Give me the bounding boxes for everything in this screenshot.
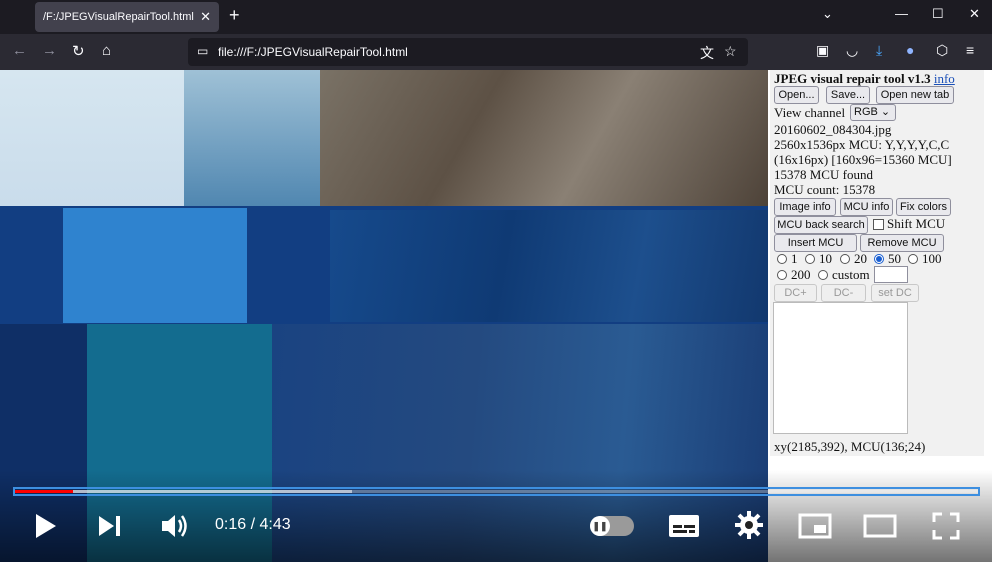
view-channel-value: RGB [854,106,878,118]
position-readout: xy(2185,392), MCU(136;24) [774,439,926,454]
minimize-icon[interactable]: — [895,6,908,21]
url-text: file:///F:/JPEGVisualRepairTool.html [218,45,408,59]
tool-title: JPEG visual repair tool v1.3 info [774,71,955,87]
pause-icon: ❚❚ [590,516,610,536]
repair-tool-panel: JPEG visual repair tool v1.3 info Open..… [770,70,984,456]
extensions-icon[interactable]: ⬡ [936,42,948,59]
forward-icon[interactable]: → [42,42,57,59]
open-new-tab-button[interactable]: Open new tab [876,86,954,104]
close-icon[interactable]: ✕ [200,2,211,32]
radio-label-20: 20 [854,251,867,266]
next-icon[interactable] [97,514,123,538]
dimensions-line-1: 2560x1536px MCU: Y,Y,Y,Y,C,C [774,137,950,152]
tool-title-text: JPEG visual repair tool v1.3 [774,71,931,86]
shift-mcu-label: Shift MCU [887,216,946,231]
sea-block [184,70,334,208]
subtitles-icon[interactable] [668,514,700,538]
radio-20[interactable] [840,254,850,264]
time-separator: / [246,516,260,533]
home-icon[interactable]: ⌂ [102,42,111,59]
download-icon[interactable]: ⤓ [876,42,882,59]
dc-plus-button[interactable]: DC+ [774,284,817,302]
info-link[interactable]: info [934,71,955,86]
custom-value-input[interactable] [874,266,908,283]
tab-active[interactable]: /F:/JPEGVisualRepairTool.html ✕ [35,2,219,32]
fullscreen-icon[interactable] [932,512,960,540]
radio-1[interactable] [777,254,787,264]
bookmark-star-icon[interactable]: ☆ [724,43,737,60]
url-bar[interactable]: ▭ file:///F:/JPEGVisualRepairTool.html 文… [188,38,748,66]
duration: 4:43 [259,516,291,533]
view-channel-select[interactable]: RGB ⌄ [850,104,896,121]
play-icon[interactable] [34,512,58,540]
image-info-button[interactable]: Image info [774,198,836,216]
back-icon[interactable]: ← [12,42,27,59]
cyan-block [63,208,247,323]
radio-label-1: 1 [791,251,798,266]
mcu-found: 15378 MCU found [774,167,873,182]
mcu-info-button[interactable]: MCU info [840,198,893,216]
radio-100[interactable] [908,254,918,264]
mcu-back-search-button[interactable]: MCU back search [774,216,868,234]
dark-rock-block [330,210,768,322]
radio-10[interactable] [805,254,815,264]
radio-label-custom: custom [832,267,870,282]
rock-block [320,70,768,208]
tab-list-icon[interactable]: ⌄ [822,6,833,22]
view-channel-label: View channel [774,105,846,120]
settings-gear-icon[interactable] [734,510,764,540]
page-icon: ▭ [197,44,209,58]
save-button[interactable]: Save... [826,86,870,104]
progress-played [15,490,73,493]
radio-custom[interactable] [818,270,828,280]
shift-mcu-checkbox[interactable] [873,219,884,230]
translate-icon[interactable]: 文 [700,43,714,63]
chevron-down-icon: ⌄ [877,106,891,118]
tab-bar: /F:/JPEGVisualRepairTool.html ✕ + ⌄ — ☐ … [0,0,992,34]
set-dc-button[interactable]: set DC [871,284,919,302]
maximize-icon[interactable]: ☐ [932,6,944,22]
window-close-icon[interactable]: ✕ [969,6,980,22]
dc-minus-button[interactable]: DC- [821,284,866,302]
insert-mcu-button[interactable]: Insert MCU [774,234,857,252]
filename: 20160602_084304.jpg [774,122,892,137]
radio-label-100: 100 [922,251,942,266]
remove-mcu-button[interactable]: Remove MCU [860,234,944,252]
radio-label-10: 10 [819,251,832,266]
theater-mode-icon[interactable] [863,513,897,539]
radio-label-50: 50 [888,251,901,266]
mcu-count: MCU count: 15378 [774,182,876,197]
screenshot-icon[interactable]: ▣ [816,42,829,59]
time-display: 0:16 / 4:43 [215,516,291,534]
menu-icon[interactable]: ≡ [966,42,974,58]
tab-title: /F:/JPEGVisualRepairTool.html [43,11,194,23]
pocket-icon[interactable]: ◡ [846,42,858,59]
volume-icon[interactable] [160,512,190,540]
progress-bar[interactable] [13,487,980,496]
current-time: 0:16 [215,516,247,533]
open-button[interactable]: Open... [774,86,819,104]
radio-50[interactable] [874,254,884,264]
mcu-zoom-preview [773,302,908,434]
nav-bar: ← → ↻ ⌂ ▭ file:///F:/JPEGVisualRepairToo… [0,34,992,70]
fix-colors-button[interactable]: Fix colors [896,198,951,216]
miniplayer-icon[interactable] [798,513,832,539]
radio-200[interactable] [777,270,787,280]
reload-icon[interactable]: ↻ [72,42,85,60]
new-tab-icon[interactable]: + [229,5,240,26]
player-controls-gradient [0,470,992,562]
dimensions-line-2: (16x16px) [160x96=15360 MCU] [774,152,952,167]
radio-label-200: 200 [791,267,811,282]
account-icon[interactable]: ● [906,42,914,58]
autoplay-toggle[interactable]: ❚❚ [590,516,634,536]
sky-block [0,70,184,208]
